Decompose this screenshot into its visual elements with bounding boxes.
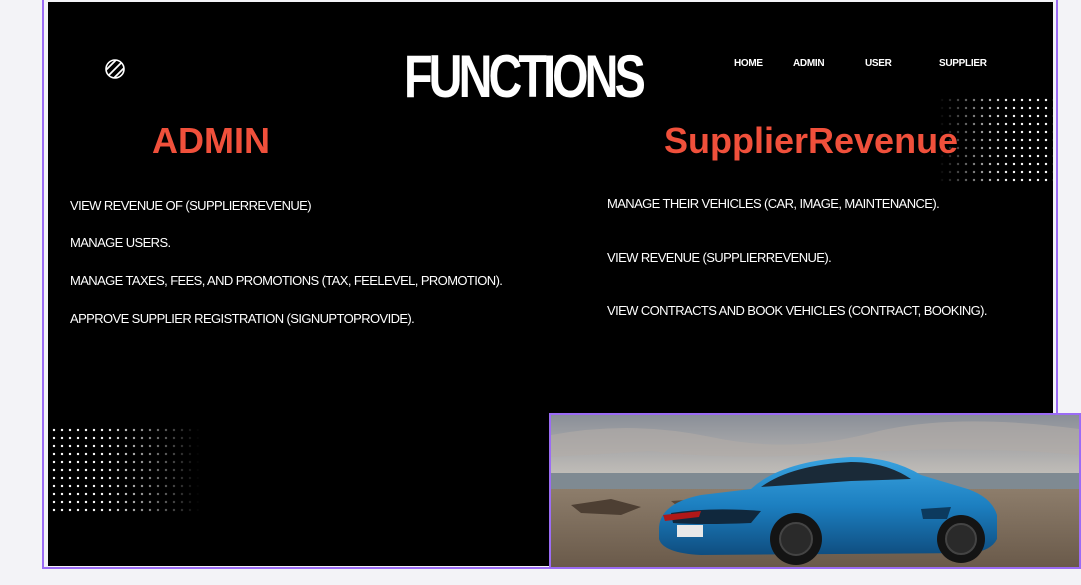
nav-user-link[interactable]: USER — [865, 58, 892, 69]
list-item: APPROVE SUPPLIER REGISTRATION (SIGNUPTOP… — [70, 311, 415, 326]
list-item: MANAGE TAXES, FEES, AND PROMOTIONS (TAX,… — [70, 273, 503, 288]
list-item: MANAGE USERS. — [70, 235, 171, 250]
admin-heading: ADMIN — [152, 120, 270, 161]
list-item: VIEW REVENUE (SUPPLIERREVENUE). — [607, 250, 832, 265]
nav-admin-link[interactable]: ADMIN — [793, 58, 825, 69]
page-title: FUNCTIONS — [404, 43, 646, 110]
list-item: MANAGE THEIR VEHICLES (CAR, IMAGE, MAINT… — [607, 196, 940, 211]
dot-pattern-decoration — [50, 426, 200, 516]
list-item: VIEW CONTRACTS AND BOOK VEHICLES (CONTRA… — [607, 303, 988, 318]
nav-home-link[interactable]: HOME — [734, 58, 763, 69]
nav-supplier-link[interactable]: SUPPLIER — [939, 58, 987, 69]
supplier-heading: SupplierRevenue — [664, 120, 959, 161]
sports-car-image — [551, 415, 1079, 567]
car-photo[interactable] — [549, 413, 1081, 569]
top-nav: HOME ADMIN USER SUPPLIER — [48, 58, 1053, 74]
list-item: VIEW REVENUE OF (SUPPLIERREVENUE) — [70, 198, 312, 213]
